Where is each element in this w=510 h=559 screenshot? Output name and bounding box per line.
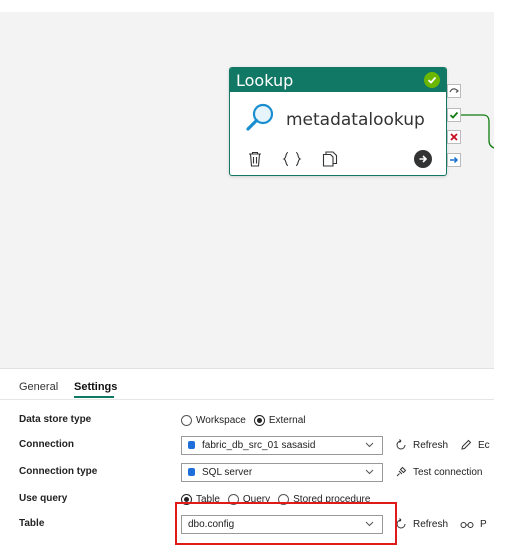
copy-icon[interactable] <box>322 151 338 167</box>
on-completion-connector-icon[interactable] <box>447 153 461 167</box>
test-connection-label: Test connection <box>413 466 483 478</box>
connection-type-select[interactable]: SQL server <box>181 462 383 482</box>
edit-pencil-icon <box>461 439 472 450</box>
connection-value: fabric_db_src_01 sasasid <box>202 439 316 451</box>
on-failure-connector-icon[interactable] <box>447 130 461 144</box>
plug-icon <box>396 466 407 477</box>
on-success-connector-icon[interactable] <box>447 108 461 122</box>
connection-label: Connection <box>19 439 74 450</box>
code-braces-icon[interactable] <box>282 151 302 167</box>
canvas-top-strip <box>0 0 494 12</box>
skip-connector-icon[interactable] <box>447 84 461 98</box>
database-icon <box>188 441 195 449</box>
connection-row: Connection fabric_db_src_01 sasasid Refr… <box>0 434 494 456</box>
radio-external[interactable]: External <box>253 414 306 426</box>
sql-server-icon <box>188 468 195 476</box>
delete-icon[interactable] <box>248 151 262 167</box>
go-arrow-icon[interactable] <box>414 150 432 168</box>
connection-type-label: Connection type <box>19 466 98 477</box>
glasses-icon <box>460 522 474 528</box>
radio-external-label: External <box>268 414 306 426</box>
table-refresh-label: Refresh <box>413 518 449 530</box>
refresh-icon <box>396 439 406 450</box>
data-store-type-label: Data store type <box>19 414 92 425</box>
use-query-label: Use query <box>19 493 68 504</box>
connection-refresh-label: Refresh <box>413 439 449 451</box>
activity-actions <box>248 149 432 169</box>
activity-name: metadatalookup <box>286 110 425 130</box>
active-tab-indicator <box>74 396 114 398</box>
activity-type-title: Lookup <box>236 70 294 90</box>
data-store-type-row: Data store type Workspace External <box>0 409 494 431</box>
preview-data-button[interactable]: P <box>460 519 487 530</box>
radio-workspace[interactable]: Workspace <box>181 414 246 426</box>
connection-edit-label: Ec <box>478 439 490 451</box>
activity-header: Lookup <box>230 68 446 92</box>
connection-select[interactable]: fabric_db_src_01 sasasid <box>181 435 383 455</box>
chevron-down-icon <box>365 467 374 479</box>
tab-settings[interactable]: Settings <box>74 381 117 393</box>
properties-tabs: General Settings <box>0 369 494 400</box>
preview-data-label: P <box>480 518 487 530</box>
lookup-activity-card[interactable]: Lookup metadatalookup <box>229 67 447 176</box>
radio-workspace-label: Workspace <box>196 414 246 426</box>
activity-body: metadatalookup <box>230 92 446 140</box>
success-check-icon <box>424 72 440 88</box>
connection-refresh-button[interactable]: Refresh <box>395 439 448 451</box>
success-dependency-line <box>461 114 494 149</box>
test-connection-button[interactable]: Test connection <box>395 466 483 478</box>
connection-type-value: SQL server <box>202 466 253 478</box>
radio-circle-selected <box>253 414 265 426</box>
connection-type-row: Connection type SQL server Test connecti… <box>0 461 494 483</box>
table-highlight-box <box>175 502 397 545</box>
table-refresh-button[interactable]: Refresh <box>395 518 448 530</box>
radio-circle <box>181 414 192 426</box>
chevron-down-icon <box>365 440 374 452</box>
tab-general[interactable]: General <box>19 381 58 393</box>
pipeline-canvas[interactable]: Lookup metadatalookup <box>0 0 494 368</box>
connection-edit-button[interactable]: Ec <box>460 439 490 451</box>
lookup-search-icon <box>244 103 276 138</box>
table-label: Table <box>19 518 45 529</box>
